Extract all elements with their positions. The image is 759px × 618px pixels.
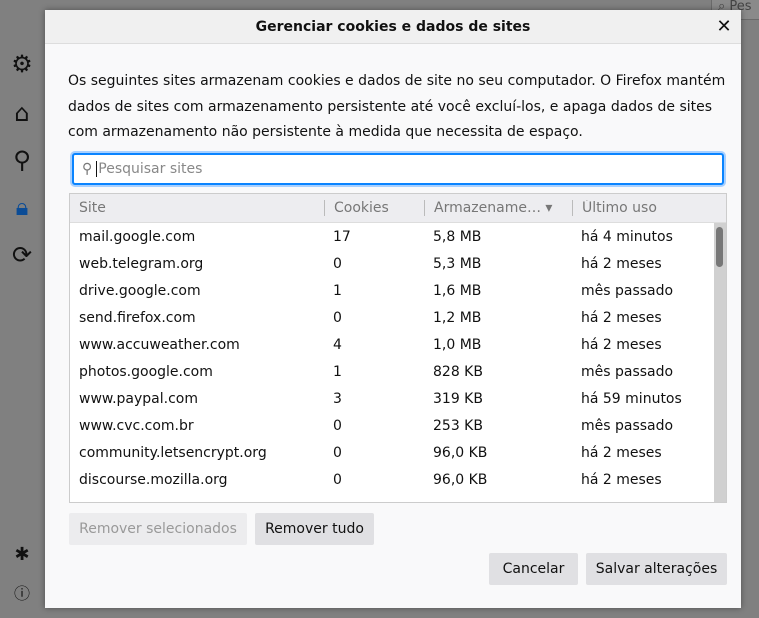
remove-selected-button[interactable]: Remover selecionados — [69, 513, 247, 545]
gear-icon[interactable]: ⚙ — [8, 50, 36, 78]
search-sites-field[interactable]: ⚲ — [72, 153, 724, 185]
storage-cell: 1,6 MB — [433, 282, 482, 299]
dialog-title: Gerenciar cookies e dados de sites — [45, 10, 741, 44]
sites-table: Site Cookies Armazename… ▾ Último uso ma… — [69, 193, 727, 503]
storage-cell: 96,0 KB — [433, 471, 488, 488]
last-used-cell: há 4 minutos — [581, 228, 673, 245]
lock-icon[interactable]: 🔒︎ — [8, 193, 36, 221]
last-used-cell: há 2 meses — [581, 444, 662, 461]
help-icon[interactable]: ⓘ — [8, 578, 36, 606]
cookies-cell: 1 — [333, 282, 342, 299]
last-used-cell: mês passado — [581, 282, 674, 299]
cancel-button[interactable]: Cancelar — [489, 553, 578, 585]
search-icon[interactable]: ⚲ — [8, 146, 36, 174]
site-cell: mail.google.com — [79, 228, 196, 245]
cookies-cell: 3 — [333, 390, 342, 407]
site-cell: www.paypal.com — [79, 390, 198, 407]
save-changes-button[interactable]: Salvar alterações — [586, 553, 727, 585]
site-cell: community.letsencrypt.org — [79, 444, 267, 461]
cookies-cell: 0 — [333, 471, 342, 488]
last-used-cell: mês passado — [581, 363, 674, 380]
site-cell: send.firefox.com — [79, 309, 196, 326]
last-used-cell: há 2 meses — [581, 255, 662, 272]
site-cell: photos.google.com — [79, 363, 213, 380]
table-row[interactable]: www.paypal.com 3 319 KB há 59 minutos — [70, 385, 726, 412]
table-row[interactable]: send.firefox.com 0 1,2 MB há 2 meses — [70, 304, 726, 331]
table-row[interactable]: mail.google.com 17 5,8 MB há 4 minutos — [70, 223, 726, 250]
storage-cell: 96,0 KB — [433, 444, 488, 461]
last-used-cell: mês passado — [581, 417, 674, 434]
scrollbar-thumb[interactable] — [716, 227, 723, 267]
cookies-cell: 0 — [333, 309, 342, 326]
scrollbar[interactable] — [714, 223, 726, 502]
column-last-used[interactable]: Último uso — [572, 200, 712, 216]
last-used-cell: há 2 meses — [581, 309, 662, 326]
table-row[interactable]: community.letsencrypt.org 0 96,0 KB há 2 me… — [70, 439, 726, 466]
column-storage[interactable]: Armazename… ▾ — [424, 200, 572, 216]
puzzle-icon[interactable]: ✱ — [8, 540, 36, 568]
remove-all-button[interactable]: Remover tudo — [255, 513, 374, 545]
table-row[interactable]: www.accuweather.com 4 1,0 MB há 2 meses — [70, 331, 726, 358]
site-cell: www.accuweather.com — [79, 336, 240, 353]
cookies-dialog: Gerenciar cookies e dados de sites ✕ Os … — [45, 10, 741, 608]
storage-cell: 319 KB — [433, 390, 483, 407]
cookies-cell: 17 — [333, 228, 351, 245]
table-row[interactable]: www.cvc.com.br 0 253 KB mês passado — [70, 412, 726, 439]
search-icon: ⚲ — [82, 161, 93, 177]
cookies-cell: 0 — [333, 444, 342, 461]
storage-cell: 5,8 MB — [433, 228, 482, 245]
last-used-cell: há 59 minutos — [581, 390, 682, 407]
cookies-cell: 1 — [333, 363, 342, 380]
sidebar: ⚙ ⌂ ⚲ 🔒︎ ⟳ ✱ ⓘ — [0, 0, 45, 618]
storage-cell: 828 KB — [433, 363, 483, 380]
table-row[interactable]: photos.google.com 1 828 KB mês passado — [70, 358, 726, 385]
column-site[interactable]: Site — [70, 200, 324, 216]
search-input[interactable] — [96, 161, 722, 177]
site-cell: www.cvc.com.br — [79, 417, 194, 434]
column-cookies[interactable]: Cookies — [324, 200, 424, 216]
storage-cell: 1,2 MB — [433, 309, 482, 326]
last-used-cell: há 2 meses — [581, 336, 662, 353]
storage-cell: 5,3 MB — [433, 255, 482, 272]
close-icon[interactable]: ✕ — [713, 16, 735, 38]
cookies-cell: 0 — [333, 255, 342, 272]
sort-desc-icon: ▾ — [545, 200, 553, 216]
table-row[interactable]: web.telegram.org 0 5,3 MB há 2 meses — [70, 250, 726, 277]
table-row[interactable]: drive.google.com 1 1,6 MB mês passado — [70, 277, 726, 304]
table-header: Site Cookies Armazename… ▾ Último uso — [70, 194, 726, 223]
site-cell: web.telegram.org — [79, 255, 204, 272]
last-used-cell: há 2 meses — [581, 471, 662, 488]
storage-cell: 1,0 MB — [433, 336, 482, 353]
cookies-cell: 4 — [333, 336, 342, 353]
table-body: mail.google.com 17 5,8 MB há 4 minutos web.t… — [70, 223, 726, 493]
site-cell: drive.google.com — [79, 282, 201, 299]
home-icon[interactable]: ⌂ — [8, 99, 36, 127]
storage-cell: 253 KB — [433, 417, 483, 434]
dialog-description: Os seguintes sites armazenam cookies e d… — [68, 73, 726, 140]
site-cell: discourse.mozilla.org — [79, 471, 228, 488]
sync-icon[interactable]: ⟳ — [8, 241, 36, 269]
table-row[interactable]: discourse.mozilla.org 0 96,0 KB há 2 meses — [70, 466, 726, 493]
cookies-cell: 0 — [333, 417, 342, 434]
